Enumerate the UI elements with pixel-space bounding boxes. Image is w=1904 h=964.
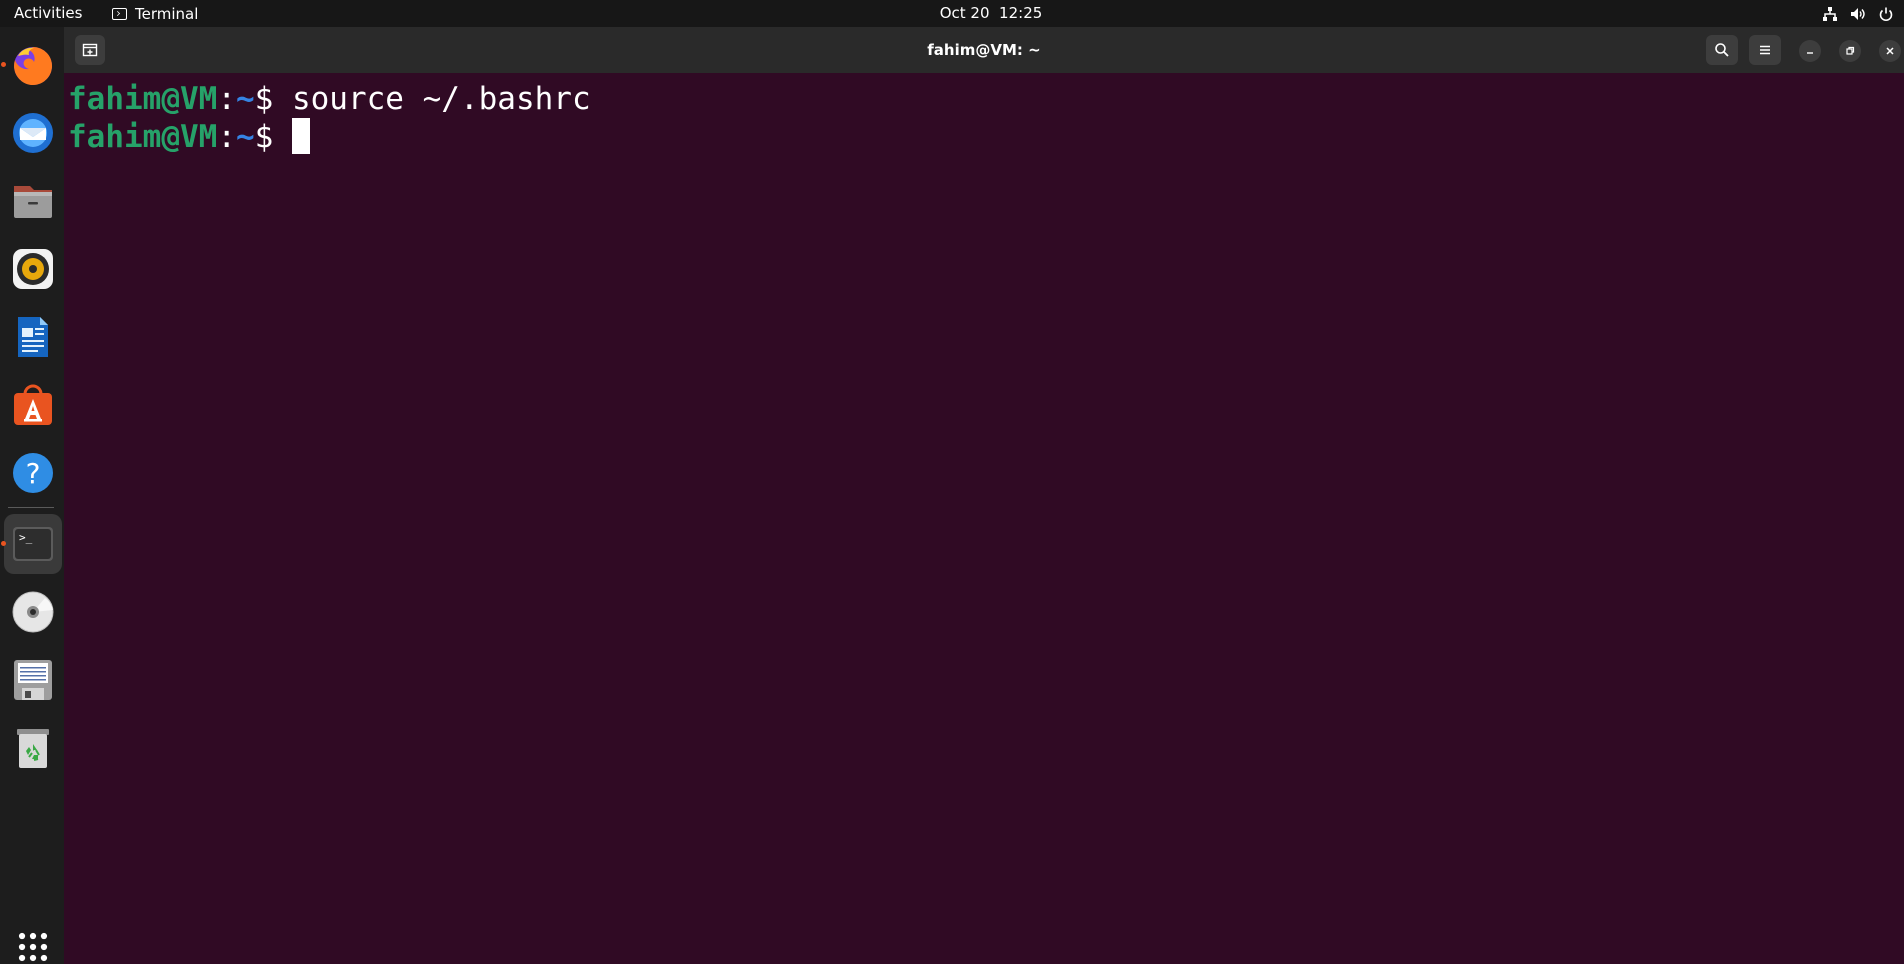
dock-item-app-center[interactable]: [4, 375, 62, 435]
window-title: fahim@VM: ~: [927, 41, 1041, 59]
app-grid-icon: [18, 932, 48, 962]
text-cursor: [291, 118, 310, 154]
dock-item-rhythmbox[interactable]: [4, 239, 62, 299]
volume-icon[interactable]: [1850, 6, 1866, 22]
minimize-button[interactable]: [1799, 40, 1821, 62]
terminal-icon: >_: [13, 527, 53, 561]
trash-icon: [17, 729, 49, 768]
command-text: source ~/.bashrc: [291, 81, 591, 117]
terminal-window: fahim@VM: ~ fahim@VM:~$ source ~/.bashrc…: [64, 27, 1904, 964]
svg-text:?: ?: [26, 457, 41, 490]
prompt-user: fahim@VM: [68, 81, 218, 117]
running-indicator: [1, 62, 6, 67]
prompt-separator: :: [217, 119, 236, 155]
search-button[interactable]: [1706, 35, 1738, 65]
floppy-icon: [14, 660, 52, 700]
app-center-icon: [14, 384, 52, 425]
dock-separator: [8, 507, 54, 508]
system-tray[interactable]: [1822, 3, 1894, 24]
rhythmbox-icon: [13, 249, 53, 289]
svg-text:>_: >_: [19, 531, 33, 544]
search-icon: [1715, 43, 1729, 57]
restore-icon: [1846, 46, 1855, 55]
terminal-output[interactable]: fahim@VM:~$ source ~/.bashrc fahim@VM:~$: [64, 73, 1904, 964]
menu-button[interactable]: [1749, 35, 1781, 65]
terminal-line: fahim@VM:~$ source ~/.bashrc: [68, 80, 1904, 118]
window-titlebar[interactable]: fahim@VM: ~: [64, 27, 1904, 73]
dock-item-floppy[interactable]: [4, 650, 62, 710]
prompt-symbol: $: [254, 81, 292, 117]
firefox-icon: [14, 46, 53, 85]
dock-item-trash[interactable]: [4, 718, 62, 778]
minimize-icon: [1807, 52, 1813, 54]
network-icon[interactable]: [1822, 6, 1838, 22]
clock[interactable]: Oct 20 12:25: [0, 4, 1904, 23]
dock-item-show-apps[interactable]: [4, 932, 62, 962]
prompt-path: ~: [235, 81, 255, 117]
dock-item-libreoffice-writer[interactable]: [4, 307, 62, 367]
thunderbird-icon: [13, 113, 53, 153]
close-button[interactable]: [1879, 40, 1901, 62]
dock-item-firefox[interactable]: [1, 35, 62, 95]
running-indicator: [1, 541, 6, 546]
terminal-line: fahim@VM:~$: [68, 118, 1904, 156]
dock-item-optical-drive[interactable]: [4, 582, 62, 642]
dock-item-files[interactable]: [4, 171, 62, 231]
prompt-path: ~: [235, 119, 255, 155]
files-icon: [14, 186, 52, 218]
restore-button[interactable]: [1839, 40, 1861, 62]
power-icon[interactable]: [1878, 6, 1894, 22]
disc-icon: [12, 591, 54, 633]
dock-item-terminal[interactable]: >_: [1, 514, 62, 574]
writer-icon: [18, 317, 48, 357]
help-icon: ?: [13, 453, 53, 493]
prompt-separator: :: [217, 81, 236, 117]
hamburger-menu-icon: [1760, 45, 1770, 55]
dock-item-thunderbird[interactable]: [4, 103, 62, 163]
clock-time: 12:25: [999, 4, 1043, 22]
dock-item-help[interactable]: ?: [4, 443, 62, 503]
prompt-user: fahim@VM: [68, 119, 218, 155]
top-bar: Activities Terminal Oct 20 12:25: [0, 0, 1904, 27]
prompt-symbol: $: [254, 119, 292, 155]
close-icon: [1886, 47, 1894, 55]
clock-date: Oct 20: [939, 4, 990, 22]
dock: ? >_: [0, 27, 64, 964]
